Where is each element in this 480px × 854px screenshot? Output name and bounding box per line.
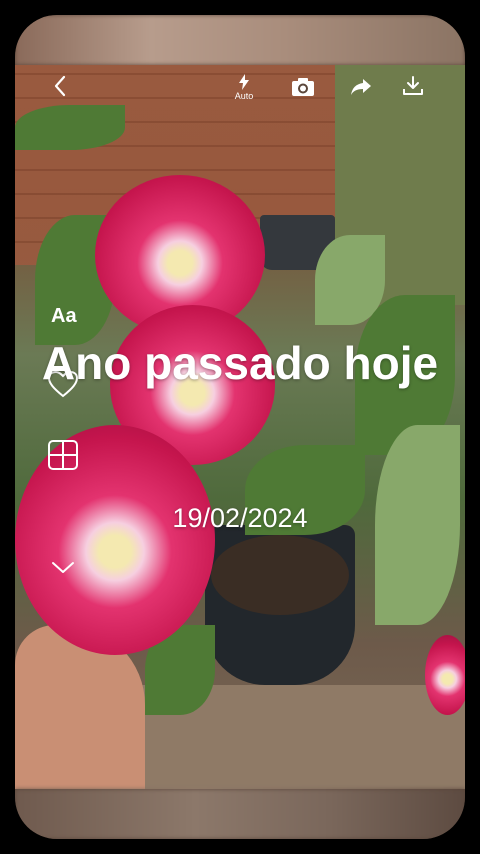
text-style-button[interactable]: Aa: [51, 305, 77, 328]
chevron-down-icon[interactable]: [51, 561, 75, 580]
layout-grid-icon[interactable]: [47, 439, 79, 476]
blurred-bottom-strip: [15, 789, 465, 839]
share-icon[interactable]: [348, 75, 374, 99]
pot-soil: [211, 535, 349, 615]
flash-icon: [239, 73, 249, 90]
leaf: [15, 105, 125, 150]
chevron-left-icon[interactable]: [49, 73, 71, 99]
download-icon[interactable]: [400, 74, 426, 98]
memory-date: 19/02/2024: [172, 503, 308, 533]
memory-title[interactable]: Ano passado hoje: [15, 333, 465, 393]
flower: [15, 425, 215, 655]
top-toolbar: Auto: [15, 65, 465, 109]
flower-bud: [425, 635, 465, 715]
flash-mode-label: Auto: [234, 90, 254, 101]
flash-button[interactable]: Auto: [231, 71, 257, 103]
camera-icon[interactable]: [290, 75, 316, 99]
memory-photo[interactable]: [15, 65, 465, 789]
story-frame: Auto Aa Ano passado hoje 19/02/2024: [15, 15, 465, 839]
blurred-top-strip: [15, 15, 465, 65]
